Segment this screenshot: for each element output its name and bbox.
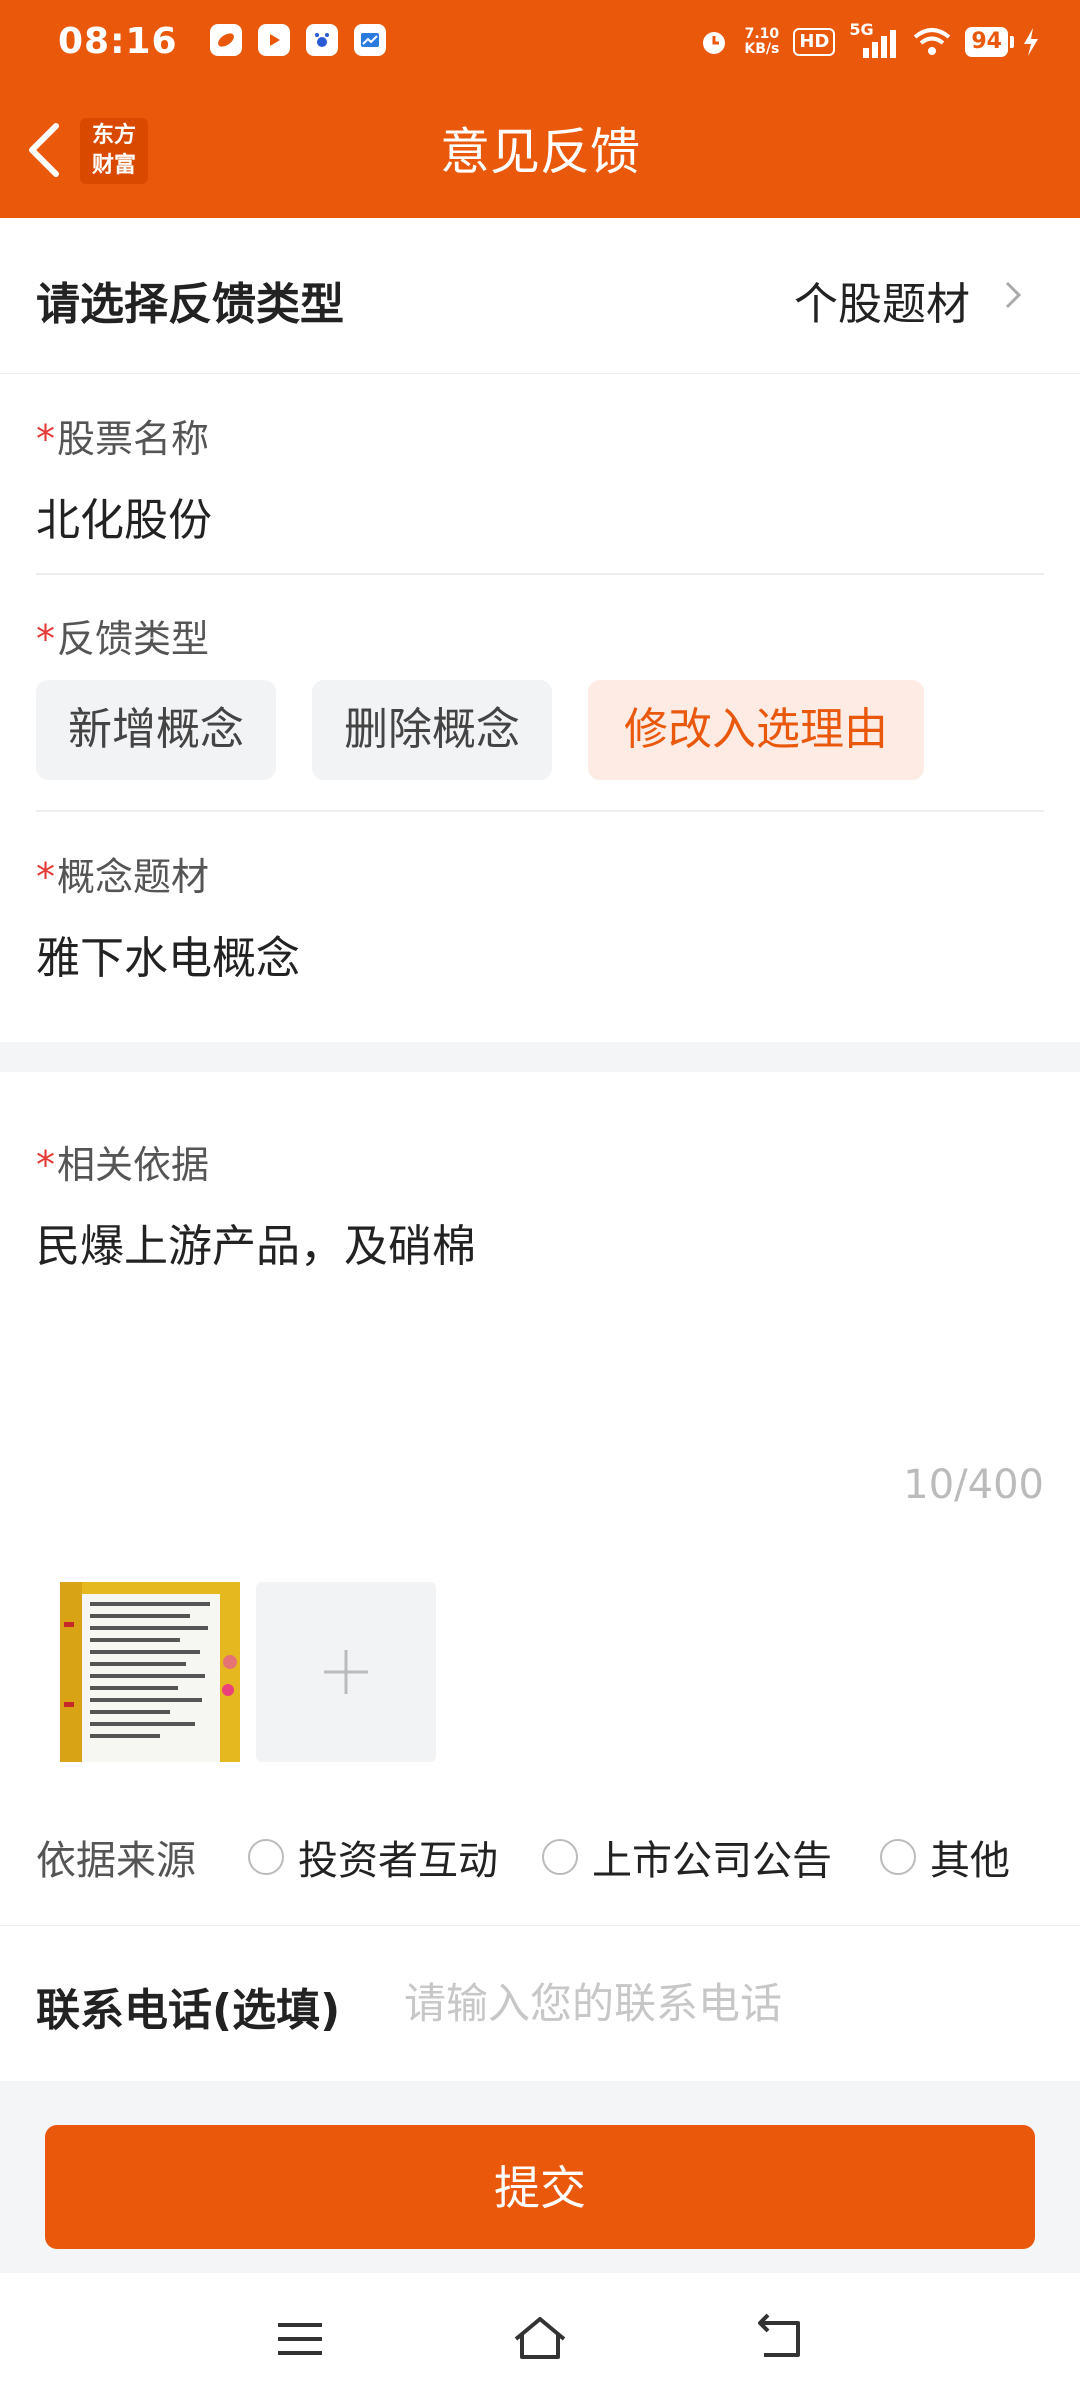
stock-name-label: *股票名称 (36, 408, 209, 463)
signal-bars-icon (863, 30, 897, 58)
status-indicators: 7.10 KB/s HD 5G 94 (698, 20, 1040, 64)
charging-icon (1024, 28, 1038, 56)
cell-signal: 5G (849, 20, 899, 60)
source-row: 依据来源 投资者互动 上市公司公告 其他 (0, 1810, 1080, 1900)
stock-name-value[interactable]: 北化股份 (36, 484, 212, 548)
app-leaf-icon (210, 24, 242, 56)
concept-label-text: 概念题材 (57, 855, 210, 899)
basis-label-text: 相关依据 (57, 1143, 210, 1187)
chevron-right-icon (1005, 281, 1022, 309)
chip-modify-reason[interactable]: 修改入选理由 (588, 680, 924, 780)
divider (36, 810, 1044, 812)
feedback-category-value: 个股题材 (794, 279, 970, 330)
radio-circle (248, 1839, 284, 1875)
net-speed: 7.10 KB/s (744, 27, 779, 57)
radio-other[interactable]: 其他 (880, 1828, 1010, 1886)
home-icon[interactable] (510, 2309, 570, 2369)
feedback-type-label: *反馈类型 (36, 608, 209, 663)
document-screenshot-image (60, 1582, 240, 1762)
add-image-button[interactable] (256, 1582, 436, 1762)
char-counter: 10/400 (903, 1462, 1044, 1508)
section-separator (0, 1042, 1080, 1072)
source-label: 依据来源 (36, 1838, 196, 1884)
radio-other-label: 其他 (930, 1838, 1010, 1884)
concept-value[interactable]: 雅下水电概念 (36, 922, 300, 986)
basis-textarea[interactable]: 民爆上游产品，及硝棉 (36, 1210, 1044, 1440)
concept-label: *概念题材 (36, 846, 209, 901)
radio-investor-interaction[interactable]: 投资者互动 (248, 1828, 498, 1886)
alarm-icon (703, 32, 726, 54)
radio-circle (542, 1839, 578, 1875)
app-play-icon (258, 24, 290, 56)
plus-icon (324, 1650, 368, 1694)
required-mark: * (36, 417, 55, 461)
back-nav-icon[interactable] (750, 2309, 810, 2369)
status-app-icons (210, 24, 386, 56)
status-time: 08:16 (58, 21, 178, 62)
attachment-thumbnail[interactable] (60, 1582, 240, 1762)
phone-input[interactable] (402, 1966, 1026, 2040)
feedback-type-label-text: 反馈类型 (57, 617, 210, 661)
hd-badge: HD (793, 28, 836, 56)
submit-area: 提交 (0, 2081, 1080, 2273)
required-mark: * (36, 617, 55, 661)
net-speed-unit: KB/s (744, 41, 780, 57)
divider (36, 573, 1044, 575)
feedback-category-selector[interactable]: 请选择反馈类型 个股题材 (0, 218, 1080, 374)
basis-label: *相关依据 (36, 1134, 209, 1189)
app-chart-icon (354, 24, 386, 56)
net-speed-value: 7.10 (744, 26, 780, 42)
chip-delete-concept[interactable]: 删除概念 (312, 680, 552, 780)
system-nav-bar (0, 2273, 1080, 2400)
radio-company-announcement[interactable]: 上市公司公告 (542, 1828, 832, 1886)
battery-level: 94 (965, 27, 1014, 57)
radio-company-announcement-label: 上市公司公告 (592, 1838, 832, 1884)
required-mark: * (36, 1143, 55, 1187)
wifi-icon (914, 28, 951, 55)
stock-name-label-text: 股票名称 (57, 417, 210, 461)
chip-add-concept[interactable]: 新增概念 (36, 680, 276, 780)
feedback-category-label: 请选择反馈类型 (36, 279, 344, 330)
page-title: 意见反馈 (440, 123, 640, 181)
phone-label: 联系电话(选填) (36, 1985, 341, 2036)
radio-circle (880, 1839, 916, 1875)
submit-button[interactable]: 提交 (45, 2125, 1035, 2249)
radio-investor-interaction-label: 投资者互动 (298, 1838, 498, 1884)
required-mark: * (36, 855, 55, 899)
phone-row: 联系电话(选填) (0, 1925, 1080, 2082)
app-paw-icon (306, 24, 338, 56)
menu-icon[interactable] (270, 2309, 330, 2369)
